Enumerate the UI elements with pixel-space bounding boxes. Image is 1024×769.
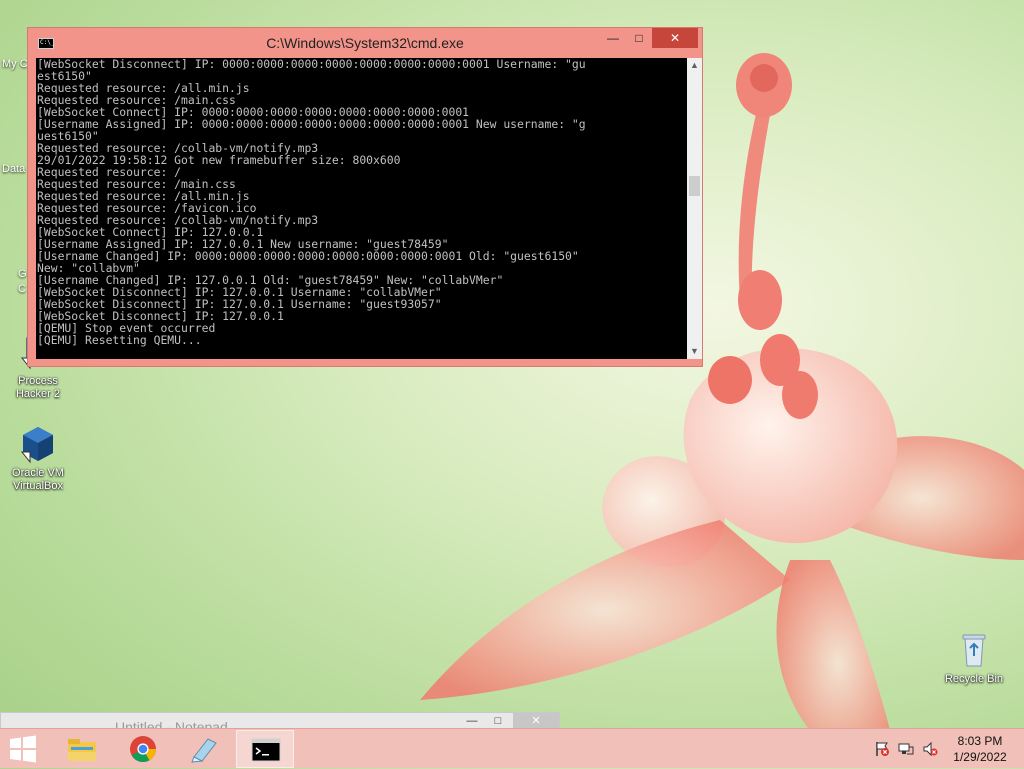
taskbar-clock[interactable]: 8:03 PM 1/29/2022 bbox=[940, 733, 1020, 765]
virtualbox-icon bbox=[20, 427, 53, 464]
console-output[interactable]: [WebSocket Disconnect] IP: 0000:0000:000… bbox=[36, 58, 687, 359]
taskbar: 8:03 PM 1/29/2022 bbox=[0, 728, 1024, 768]
taskbar-file-explorer[interactable] bbox=[53, 730, 111, 768]
taskbar-chrome[interactable] bbox=[114, 730, 172, 768]
desktop-icon-data-label[interactable]: Data bbox=[2, 163, 25, 175]
desktop-icon-label: Recycle Bin bbox=[944, 673, 1004, 685]
windows-start-icon[interactable] bbox=[8, 735, 38, 763]
recycle-bin-icon bbox=[962, 634, 986, 667]
clock-date: 1/29/2022 bbox=[953, 750, 1007, 764]
desktop-icon-c-label[interactable]: C bbox=[18, 283, 26, 295]
cmd-titlebar[interactable]: C:\_ C:\Windows\System32\cmd.exe — □ ✕ bbox=[28, 28, 702, 58]
vertical-scrollbar[interactable]: ▲ ▼ bbox=[687, 58, 702, 359]
console-line: [Username Assigned] IP: 0000:0000:0000:0… bbox=[37, 117, 586, 131]
cmd-window[interactable]: C:\_ C:\Windows\System32\cmd.exe — □ ✕ [… bbox=[27, 27, 703, 367]
close-button[interactable]: ✕ bbox=[652, 28, 698, 48]
action-center-flag-icon[interactable] bbox=[874, 741, 890, 757]
clock-time: 8:03 PM bbox=[957, 734, 1003, 748]
desktop-icon-virtualbox[interactable]: Oracle VM VirtualBox bbox=[0, 424, 76, 493]
scroll-up-arrow-icon[interactable]: ▲ bbox=[687, 58, 702, 73]
scroll-down-arrow-icon[interactable]: ▼ bbox=[687, 344, 702, 359]
system-tray bbox=[872, 729, 942, 769]
file-explorer-icon bbox=[68, 739, 96, 761]
desktop-icon-label: Process Hacker 2 bbox=[15, 375, 61, 400]
notepad-icon bbox=[191, 738, 217, 763]
console-line: [WebSocket Disconnect] IP: 0000:0000:000… bbox=[37, 58, 586, 71]
cmd-icon bbox=[251, 738, 281, 762]
desktop-icon-recycle-bin[interactable]: Recycle Bin bbox=[936, 630, 1012, 686]
maximize-button[interactable]: □ bbox=[626, 28, 652, 48]
network-icon[interactable] bbox=[898, 741, 914, 757]
scrollbar-thumb[interactable] bbox=[689, 176, 700, 196]
chrome-icon bbox=[130, 736, 157, 763]
taskbar-notepad[interactable] bbox=[175, 730, 233, 768]
volume-muted-icon[interactable] bbox=[922, 741, 938, 757]
console-text: [WebSocket Disconnect] IP: 0000:0000:000… bbox=[36, 58, 687, 346]
minimize-button[interactable]: — bbox=[600, 28, 626, 48]
desktop-icon-my-computer-label[interactable]: My C bbox=[2, 58, 28, 70]
desktop-icon-g-label[interactable]: G bbox=[18, 268, 27, 280]
console-line: [QEMU] Resetting QEMU... bbox=[37, 333, 202, 347]
taskbar-cmd[interactable] bbox=[236, 730, 294, 768]
desktop-icon-label: Oracle VM VirtualBox bbox=[12, 467, 64, 492]
